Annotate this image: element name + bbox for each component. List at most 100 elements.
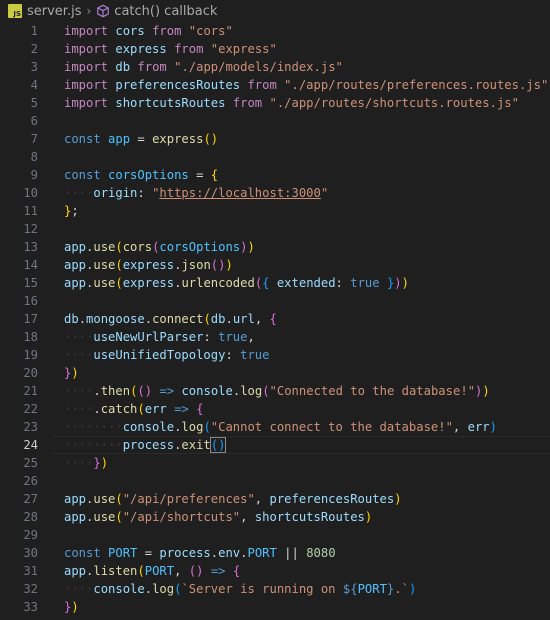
- code-line[interactable]: 1 import cors from "cors": [0, 22, 550, 40]
- code-line[interactable]: 32 ····console.log(`Server is running on …: [0, 580, 550, 598]
- code-token: ;: [71, 204, 79, 218]
- code-line[interactable]: 22 ····.catch(err => {: [0, 400, 550, 418]
- code-text: import preferencesRoutes from "./app/rou…: [64, 78, 548, 92]
- breadcrumb-file[interactable]: JS server.js: [8, 4, 81, 19]
- code-token: {: [262, 276, 270, 290]
- code-line[interactable]: 28 app.use("/api/shortcuts", shortcutsRou…: [0, 508, 550, 526]
- line-number: 32: [23, 582, 38, 596]
- breadcrumb-symbol-label: catch() callback: [114, 3, 218, 19]
- code-line[interactable]: 26: [0, 472, 550, 490]
- code-line[interactable]: 5 import shortcutsRoutes from "./app/rout…: [0, 94, 550, 112]
- line-number: 23: [23, 420, 38, 434]
- code-token: true: [240, 348, 270, 362]
- code-line[interactable]: 30 const PORT = process.env.PORT || 8080: [0, 544, 550, 562]
- code-token: .: [78, 312, 87, 326]
- code-line[interactable]: 20}): [0, 364, 550, 382]
- code-text: ····.then(() => console.log("Connected t…: [64, 384, 490, 398]
- code-line[interactable]: 25 ····}): [0, 454, 550, 472]
- code-token: process: [159, 546, 211, 560]
- code-token: "./app/routes/preferences.routes.js": [284, 78, 549, 92]
- code-text: app.use(cors(corsOptions)): [64, 240, 255, 254]
- code-line[interactable]: 33}): [0, 598, 550, 616]
- code-line[interactable]: 8: [0, 148, 550, 166]
- line-number: 3: [30, 60, 38, 74]
- code-token: ${: [342, 582, 358, 596]
- code-text: ········process.exit(): [64, 437, 227, 453]
- code-line[interactable]: 29: [0, 526, 550, 544]
- code-token: (: [137, 564, 145, 578]
- code-token: (: [262, 384, 270, 398]
- code-token: {: [269, 312, 277, 326]
- code-line[interactable]: 24 ········process.exit(): [0, 436, 550, 454]
- code-line[interactable]: 17 db.mongoose.connect(db.url, {: [0, 310, 550, 328]
- code-token: (: [115, 492, 123, 506]
- code-text: ····.catch(err => {: [64, 402, 203, 416]
- code-line[interactable]: 18 ····useNewUrlParser: true,: [0, 328, 550, 346]
- code-token: =>: [174, 402, 189, 416]
- code-line[interactable]: 7 const app = express(): [0, 130, 550, 148]
- code-line[interactable]: 21 ····.then(() => console.log("Connected…: [0, 382, 550, 400]
- code-token: from: [174, 42, 204, 56]
- code-token: (): [210, 258, 226, 272]
- line-number: 33: [23, 600, 38, 614]
- code-token: .: [93, 402, 101, 416]
- code-token: (: [115, 258, 123, 272]
- code-line[interactable]: 3 import db from "./app/models/index.js": [0, 58, 550, 76]
- code-text: const app = express(): [64, 132, 218, 146]
- code-line[interactable]: 11};: [0, 202, 550, 220]
- code-editor[interactable]: JS server.js › catch() callback 1 import …: [0, 0, 550, 620]
- indent-whitespace: ········: [64, 438, 123, 452]
- code-token: use: [93, 510, 116, 524]
- code-token: .`: [394, 582, 409, 596]
- line-number: 20: [23, 366, 38, 380]
- code-token: from: [232, 96, 263, 110]
- code-line[interactable]: 9 const corsOptions = {: [0, 166, 550, 184]
- code-line[interactable]: 4 import preferencesRoutes from "./app/ro…: [0, 76, 550, 94]
- chevron-right-icon: ›: [86, 4, 92, 18]
- code-token: ,: [240, 510, 255, 524]
- code-token: import: [64, 24, 109, 38]
- code-token: :: [225, 348, 241, 362]
- code-token: err: [144, 402, 167, 416]
- code-token: ): [71, 600, 79, 614]
- code-token: ,: [174, 564, 189, 578]
- code-text: }): [64, 366, 79, 380]
- code-token: import: [64, 42, 109, 56]
- code-line[interactable]: 13 app.use(cors(corsOptions)): [0, 238, 550, 256]
- code-token: app: [64, 276, 87, 290]
- code-token: PORT: [247, 546, 277, 560]
- code-line[interactable]: 31 app.listen(PORT, () => {: [0, 562, 550, 580]
- code-line[interactable]: 19 ····useUnifiedTopology: true: [0, 346, 550, 364]
- code-token: (: [115, 510, 123, 524]
- code-line[interactable]: 15 app.use(express.urlencoded({ extended:…: [0, 274, 550, 292]
- breadcrumb-file-label: server.js: [27, 3, 82, 19]
- line-number: 9: [30, 168, 38, 182]
- code-line[interactable]: 12: [0, 220, 550, 238]
- code-token: preferencesRoutes: [115, 78, 241, 92]
- code-token: "/api/preferences": [122, 492, 255, 506]
- code-token: (: [137, 402, 145, 416]
- code-line[interactable]: 14 app.use(express.json()): [0, 256, 550, 274]
- line-number: 4: [30, 78, 38, 92]
- code-line[interactable]: 16: [0, 292, 550, 310]
- code-token: exit: [181, 438, 211, 452]
- code-token: express: [122, 276, 175, 290]
- line-number: 17: [23, 312, 38, 326]
- code-token: "cors": [188, 24, 233, 38]
- code-token: corsOptions: [159, 240, 241, 254]
- code-line[interactable]: 27 app.use("/api/preferences", preference…: [0, 490, 550, 508]
- code-lines[interactable]: 1 import cors from "cors" 2 import express …: [0, 22, 550, 616]
- code-token: ": [320, 186, 329, 200]
- code-token: app: [64, 510, 87, 524]
- code-line[interactable]: 23 ········console.log("Cannot connect to…: [0, 418, 550, 436]
- code-line[interactable]: 6: [0, 112, 550, 130]
- code-line[interactable]: 10 ····origin: "https://localhost:3000": [0, 184, 550, 202]
- code-text: app.listen(PORT, () => {: [64, 564, 240, 578]
- code-line[interactable]: 2 import express from "express": [0, 40, 550, 58]
- line-number: 7: [30, 132, 38, 146]
- breadcrumb-symbol[interactable]: catch() callback: [96, 4, 217, 19]
- code-token: import: [64, 78, 109, 92]
